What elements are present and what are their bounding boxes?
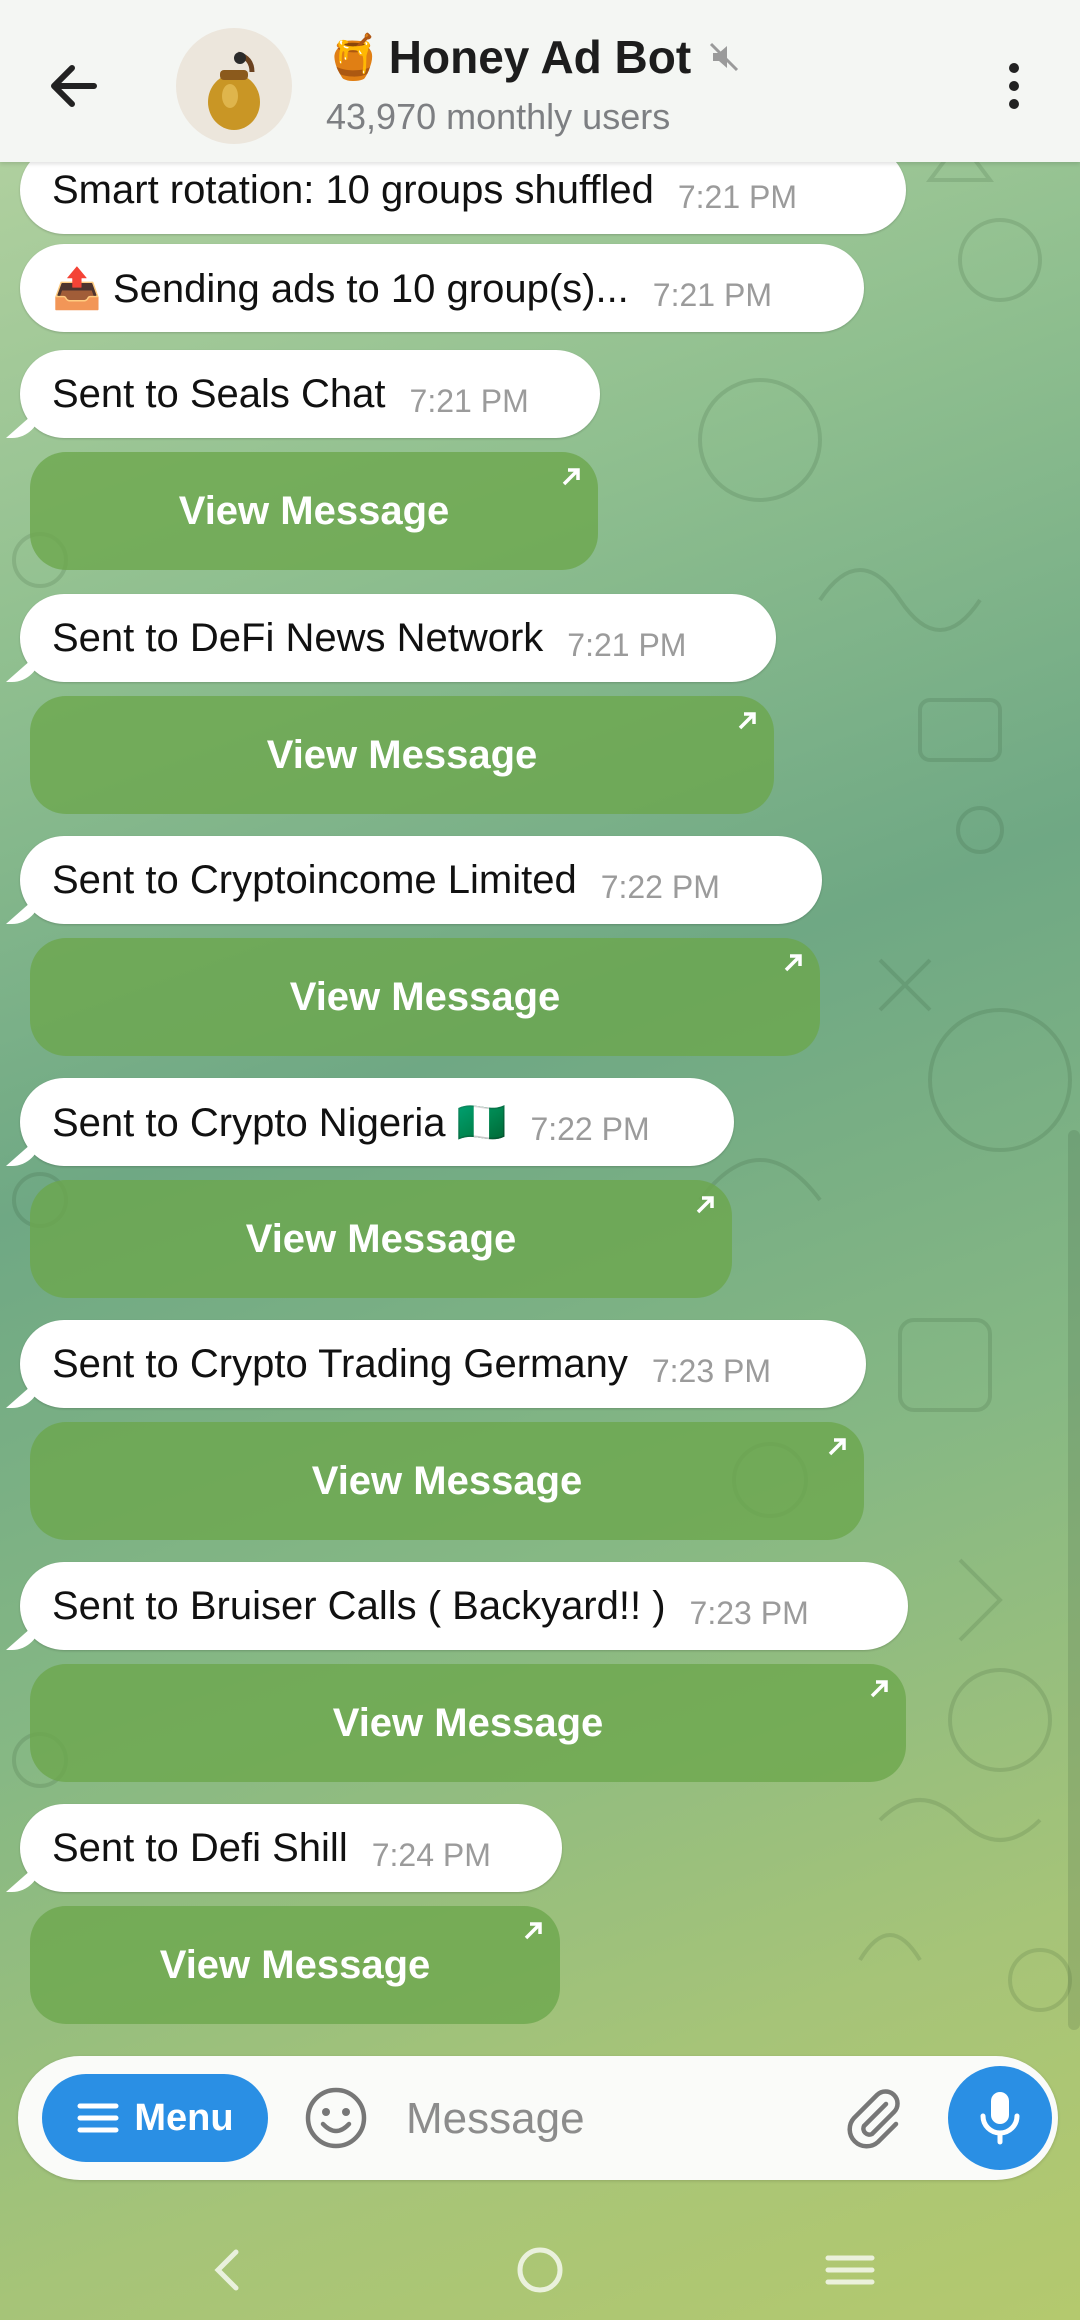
view-message-button[interactable]: View Message — [30, 938, 820, 1056]
message-bubble[interactable]: Smart rotation: 10 groups shuffled 7:21 … — [20, 162, 906, 234]
chat-title[interactable]: 🍯 Honey Ad Bot — [326, 30, 741, 84]
view-message-button[interactable]: View Message — [30, 1906, 560, 2024]
view-message-button[interactable]: View Message — [30, 1664, 906, 1782]
system-back-icon[interactable] — [198, 2240, 258, 2300]
message-bubble[interactable]: Sent to Crypto Trading Germany 7:23 PM — [20, 1320, 866, 1408]
message-text: Sent to DeFi News Network — [52, 615, 544, 660]
voice-record-button[interactable] — [948, 2066, 1052, 2170]
microphone-icon — [980, 2092, 1020, 2145]
message-text: Sent to Defi Shill — [52, 1825, 348, 1870]
system-navigation-bar — [0, 2210, 1080, 2320]
message-bubble[interactable]: Sent to Cryptoincome Limited 7:22 PM — [20, 836, 822, 924]
message-text: Smart rotation: 10 groups shuffled — [52, 167, 654, 212]
message-time: 7:21 PM — [677, 178, 798, 215]
back-button[interactable] — [44, 56, 104, 116]
message-text: Sent to Crypto Trading Germany — [52, 1341, 628, 1386]
arrow-left-icon — [51, 65, 97, 107]
scrollbar[interactable] — [1068, 1130, 1080, 2030]
menu-button[interactable]: Menu — [42, 2074, 268, 2162]
bot-name: Honey Ad Bot — [388, 31, 692, 83]
open-link-icon — [696, 1196, 714, 1214]
message-time: 7:23 PM — [689, 1594, 809, 1631]
open-link-icon — [784, 954, 802, 972]
message-time: 7:23 PM — [651, 1352, 771, 1389]
emoji-button[interactable] — [302, 2084, 370, 2152]
more-options-button[interactable] — [996, 58, 1032, 114]
message-bubble[interactable]: Sent to Bruiser Calls ( Backyard!! ) 7:2… — [20, 1562, 908, 1650]
system-home-icon[interactable] — [510, 2240, 570, 2300]
message-time: 7:21 PM — [409, 382, 529, 419]
message-list[interactable]: Smart rotation: 10 groups shuffled 7:21 … — [0, 162, 1080, 2052]
open-link-icon — [828, 1438, 846, 1456]
message-bubble[interactable]: Sent to Defi Shill 7:24 PM — [20, 1804, 562, 1892]
honey-pot-icon — [208, 51, 260, 130]
avatar[interactable] — [176, 28, 292, 144]
vertical-dots-icon — [1009, 63, 1019, 109]
message-bubble[interactable]: Sent to Seals Chat 7:21 PM — [20, 350, 600, 438]
view-message-label: View Message — [159, 1942, 431, 1987]
message-bubble[interactable]: 📤 Sending ads to 10 group(s)... 7:21 PM — [20, 244, 864, 332]
message-text: Sent to Crypto Nigeria 🇳🇬 — [52, 1100, 507, 1145]
message-text: Sent to Seals Chat — [52, 371, 386, 416]
view-message-label: View Message — [311, 1458, 583, 1503]
monthly-users: 43,970 monthly users — [326, 96, 671, 137]
attach-button[interactable] — [840, 2084, 908, 2152]
message-time: 7:24 PM — [371, 1836, 491, 1873]
view-message-label: View Message — [332, 1700, 604, 1745]
message-composer: Menu — [18, 2056, 1058, 2180]
chat-header: 🍯 Honey Ad Bot 43,970 monthly users — [0, 0, 1080, 162]
paperclip-icon — [847, 2089, 900, 2149]
system-recents-icon[interactable] — [820, 2240, 880, 2300]
view-message-label: View Message — [266, 732, 538, 777]
view-message-label: View Message — [289, 974, 561, 1019]
message-bubble[interactable]: Sent to DeFi News Network 7:21 PM — [20, 594, 776, 682]
muted-speaker-icon — [710, 42, 739, 72]
message-input[interactable] — [404, 2082, 838, 2156]
open-link-icon — [870, 1680, 888, 1698]
view-message-label: View Message — [178, 488, 450, 533]
view-message-button[interactable]: View Message — [30, 1422, 864, 1540]
message-text: Sent to Bruiser Calls ( Backyard!! ) — [52, 1583, 666, 1628]
view-message-button[interactable]: View Message — [30, 1180, 732, 1298]
open-link-icon — [562, 468, 580, 486]
smiley-icon — [305, 2087, 367, 2149]
honey-emoji: 🍯 — [326, 33, 381, 82]
menu-label: Menu — [134, 2096, 234, 2139]
message-bubble[interactable]: Sent to Crypto Nigeria 🇳🇬 7:22 PM — [20, 1078, 734, 1166]
message-text: Sent to Cryptoincome Limited — [52, 857, 577, 902]
message-time: 7:22 PM — [530, 1110, 650, 1147]
message-time: 7:21 PM — [567, 626, 687, 663]
open-link-icon — [524, 1922, 542, 1940]
hamburger-icon — [77, 2103, 119, 2133]
message-time: 7:21 PM — [652, 276, 772, 313]
message-text: 📤 Sending ads to 10 group(s)... — [52, 266, 629, 311]
view-message-button[interactable]: View Message — [30, 696, 774, 814]
message-time: 7:22 PM — [600, 868, 720, 905]
view-message-button[interactable]: View Message — [30, 452, 598, 570]
open-link-icon — [738, 712, 756, 730]
view-message-label: View Message — [245, 1216, 517, 1261]
